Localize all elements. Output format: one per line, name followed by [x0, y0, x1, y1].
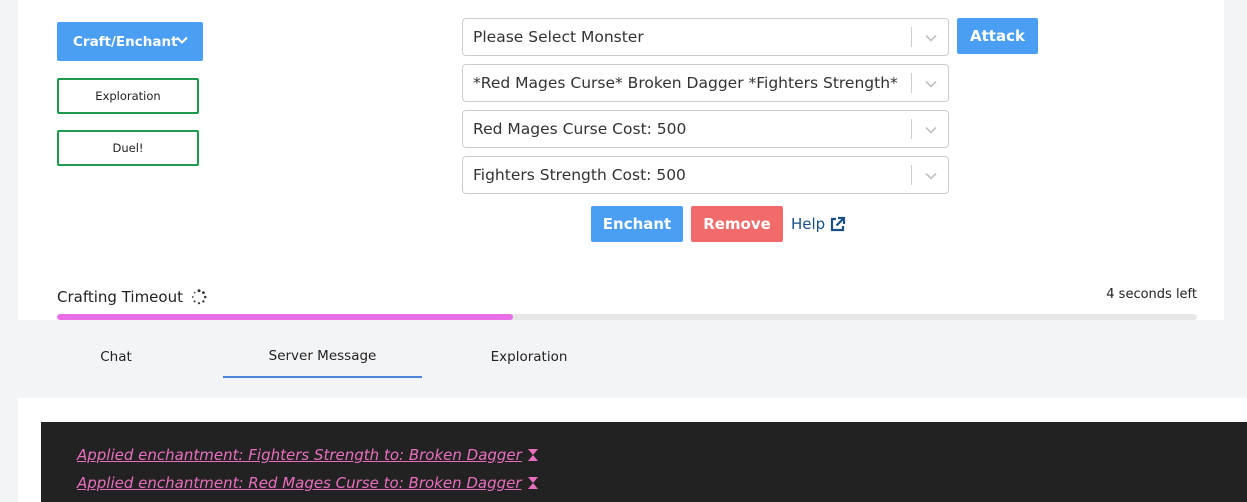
- item-select-value: *Red Mages Curse* Broken Dagger *Fighter…: [473, 74, 898, 92]
- monster-select-value: Please Select Monster: [473, 28, 644, 46]
- affix-two-select-value: Fighters Strength Cost: 500: [473, 166, 686, 184]
- server-message-item[interactable]: Applied enchantment: Fighters Strength t…: [77, 446, 540, 464]
- select-separator: [911, 73, 912, 93]
- duel-button[interactable]: Duel!: [57, 130, 199, 166]
- tab-server-message[interactable]: Server Message: [223, 335, 422, 378]
- tab-chat[interactable]: Chat: [18, 335, 214, 378]
- exploration-button[interactable]: Exploration: [57, 78, 199, 114]
- duel-label: Duel!: [112, 141, 144, 155]
- server-message-item[interactable]: Applied enchantment: Red Mages Curse to:…: [77, 474, 540, 492]
- hourglass-icon: [527, 477, 538, 489]
- crafting-timeout: Crafting Timeout: [57, 288, 207, 306]
- attack-label: Attack: [970, 27, 1025, 45]
- crafting-timeout-label: Crafting Timeout: [57, 288, 183, 306]
- affix-two-select[interactable]: Fighters Strength Cost: 500: [462, 156, 949, 194]
- tab-label: Server Message: [268, 347, 377, 364]
- remove-label: Remove: [703, 215, 771, 233]
- tab-exploration[interactable]: Exploration: [430, 335, 628, 378]
- item-select[interactable]: *Red Mages Curse* Broken Dagger *Fighter…: [462, 64, 949, 102]
- external-link-icon: [831, 216, 846, 231]
- tab-label: Chat: [100, 348, 132, 365]
- enchant-button[interactable]: Enchant: [591, 206, 683, 242]
- attack-button[interactable]: Attack: [957, 18, 1038, 54]
- chevron-down-icon: [925, 80, 937, 88]
- select-separator: [911, 27, 912, 47]
- time-left-text: 4 seconds left: [1106, 287, 1197, 302]
- select-separator: [911, 119, 912, 139]
- select-separator: [911, 165, 912, 185]
- chevron-down-icon: [925, 126, 937, 134]
- server-message-text: Applied enchantment: Fighters Strength t…: [77, 446, 522, 464]
- affix-one-select-value: Red Mages Curse Cost: 500: [473, 120, 687, 138]
- help-link[interactable]: Help: [791, 213, 846, 235]
- timeout-progress-fill: [57, 314, 513, 320]
- chevron-down-icon: [925, 172, 937, 180]
- server-message-text: Applied enchantment: Red Mages Curse to:…: [77, 474, 522, 492]
- chevron-down-icon: [176, 36, 188, 44]
- enchant-label: Enchant: [602, 215, 672, 233]
- hourglass-icon: [527, 449, 538, 461]
- tab-label: Exploration: [490, 348, 568, 365]
- exploration-label: Exploration: [95, 89, 161, 103]
- remove-button[interactable]: Remove: [691, 206, 783, 242]
- spinner-icon: [191, 289, 207, 305]
- chevron-down-icon: [925, 34, 937, 42]
- help-label: Help: [791, 215, 826, 233]
- craft-enchant-label: Craft/Enchant: [73, 33, 178, 50]
- timeout-progress-bar: [57, 314, 1197, 320]
- monster-select[interactable]: Please Select Monster: [462, 18, 949, 56]
- craft-enchant-dropdown-button[interactable]: Craft/Enchant: [57, 22, 203, 61]
- affix-one-select[interactable]: Red Mages Curse Cost: 500: [462, 110, 949, 148]
